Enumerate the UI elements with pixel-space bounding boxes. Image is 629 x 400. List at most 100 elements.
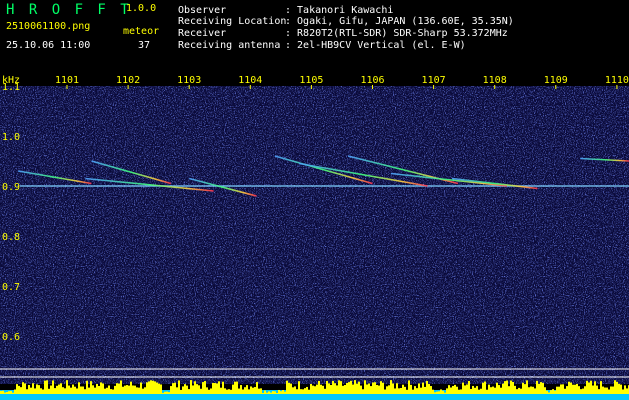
activity-bar bbox=[498, 385, 500, 394]
activity-bar bbox=[536, 380, 538, 394]
activity-bar bbox=[38, 385, 40, 394]
activity-bar bbox=[298, 381, 300, 394]
activity-bar bbox=[78, 382, 80, 394]
activity-bar bbox=[270, 392, 272, 394]
location-value: : Ogaki, Gifu, JAPAN (136.60E, 35.35N) bbox=[285, 16, 514, 27]
activity-bar bbox=[312, 385, 314, 394]
activity-bar bbox=[94, 387, 96, 394]
location-label: Receiving Location bbox=[178, 16, 287, 27]
activity-bar bbox=[582, 388, 584, 394]
activity-bar bbox=[232, 384, 234, 394]
activity-bar bbox=[386, 386, 388, 394]
activity-bar bbox=[588, 382, 590, 394]
activity-bar bbox=[60, 383, 62, 394]
activity-bar bbox=[16, 384, 18, 394]
activity-bar bbox=[136, 387, 138, 394]
activity-bar bbox=[320, 384, 322, 394]
activity-bar bbox=[462, 382, 464, 394]
activity-bar bbox=[212, 382, 214, 394]
activity-bar bbox=[390, 380, 392, 394]
y-tick-label: 0.6 bbox=[2, 332, 20, 343]
activity-bar bbox=[262, 392, 264, 394]
activity-bar bbox=[258, 388, 260, 394]
activity-bar bbox=[300, 389, 302, 394]
activity-bar bbox=[234, 381, 236, 394]
activity-bar bbox=[608, 389, 610, 394]
activity-bar bbox=[558, 386, 560, 394]
activity-bar bbox=[144, 387, 146, 394]
activity-bar bbox=[222, 381, 224, 394]
activity-bar bbox=[268, 391, 270, 394]
activity-bar bbox=[466, 384, 468, 394]
activity-bar bbox=[586, 380, 588, 394]
activity-bar bbox=[170, 386, 172, 394]
activity-bar bbox=[480, 388, 482, 394]
activity-bar bbox=[570, 382, 572, 394]
activity-bar bbox=[400, 387, 402, 394]
activity-bar bbox=[384, 389, 386, 394]
activity-bar bbox=[352, 384, 354, 394]
y-tick-label: 0.9 bbox=[2, 182, 20, 193]
activity-bar bbox=[36, 384, 38, 394]
activity-bar bbox=[112, 389, 114, 394]
activity-bar bbox=[504, 381, 506, 394]
activity-bar bbox=[126, 385, 128, 394]
activity-bar bbox=[272, 391, 274, 394]
activity-bar bbox=[314, 386, 316, 394]
activity-bar bbox=[146, 382, 148, 394]
activity-bar bbox=[172, 383, 174, 394]
activity-bar bbox=[572, 384, 574, 394]
activity-bar bbox=[526, 380, 528, 394]
activity-bar bbox=[376, 384, 378, 394]
activity-bar bbox=[28, 385, 30, 394]
activity-bar bbox=[220, 387, 222, 394]
activity-bar bbox=[368, 383, 370, 394]
activity-bar bbox=[538, 383, 540, 394]
activity-bar bbox=[104, 388, 106, 394]
spectrogram-noise bbox=[0, 86, 629, 384]
activity-bar bbox=[238, 388, 240, 394]
activity-bar bbox=[96, 383, 98, 394]
activity-bar bbox=[574, 384, 576, 394]
activity-bar bbox=[214, 383, 216, 394]
activity-bar bbox=[82, 386, 84, 394]
activity-bar bbox=[338, 380, 340, 394]
activity-bar bbox=[190, 380, 192, 394]
activity-bar bbox=[606, 387, 608, 394]
activity-bar bbox=[564, 388, 566, 394]
activity-bar bbox=[602, 386, 604, 394]
x-tick-label: 1105 bbox=[299, 75, 323, 86]
activity-bar bbox=[194, 381, 196, 394]
activity-bar bbox=[88, 387, 90, 394]
activity-bar bbox=[326, 381, 328, 394]
activity-bar bbox=[32, 383, 34, 394]
activity-bar bbox=[18, 385, 20, 394]
activity-bar bbox=[560, 384, 562, 394]
activity-bar bbox=[40, 388, 42, 394]
activity-bar bbox=[92, 385, 94, 394]
activity-bar bbox=[276, 392, 278, 394]
activity-bar bbox=[158, 383, 160, 394]
activity-bar bbox=[226, 389, 228, 394]
activity-bar bbox=[362, 389, 364, 394]
activity-bar bbox=[154, 381, 156, 394]
activity-bar bbox=[444, 392, 446, 394]
activity-bar bbox=[452, 385, 454, 394]
activity-bar bbox=[24, 383, 26, 394]
activity-bar bbox=[116, 383, 118, 394]
activity-bar bbox=[76, 388, 78, 394]
antenna-label: Receiving antenna bbox=[178, 40, 281, 51]
activity-bar bbox=[316, 384, 318, 394]
activity-bar bbox=[534, 388, 536, 394]
activity-bar bbox=[30, 387, 32, 394]
activity-bar bbox=[356, 383, 358, 394]
activity-bar bbox=[460, 389, 462, 394]
activity-bar bbox=[218, 381, 220, 394]
x-tick-label: 1103 bbox=[177, 75, 201, 86]
activity-bar bbox=[418, 383, 420, 394]
activity-bar bbox=[334, 383, 336, 394]
y-tick-label: 0.7 bbox=[2, 282, 20, 293]
activity-bar bbox=[122, 386, 124, 394]
activity-bar bbox=[174, 382, 176, 394]
activity-bar bbox=[294, 386, 296, 394]
